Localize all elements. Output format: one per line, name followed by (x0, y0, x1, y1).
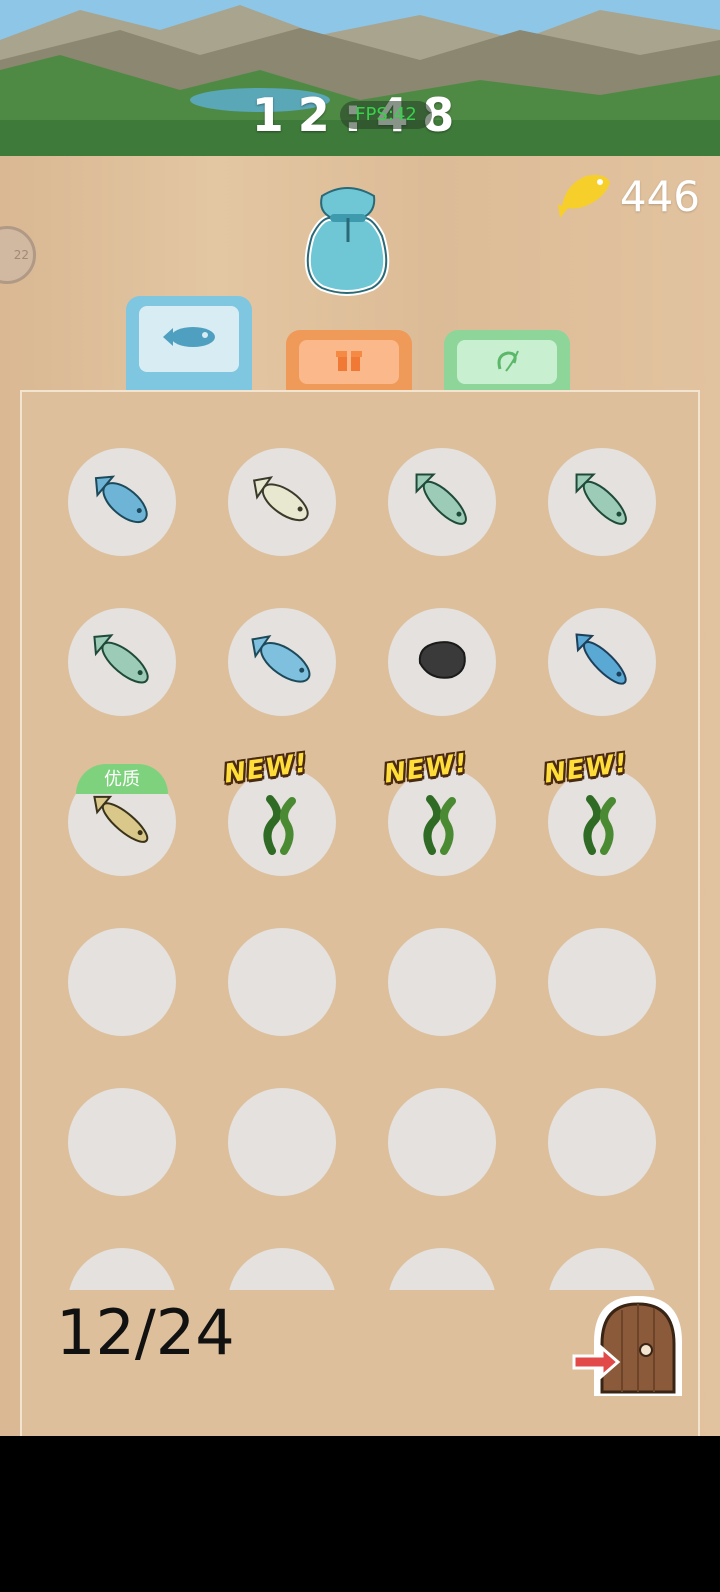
seaweed-icon (572, 785, 632, 859)
fps-counter: FPS:42 (340, 101, 432, 129)
empty-slot[interactable] (68, 928, 176, 1036)
inventory-slot[interactable] (228, 608, 336, 716)
inventory-slot[interactable] (548, 448, 656, 556)
tab-tool[interactable] (444, 330, 570, 392)
empty-slot[interactable] (388, 1248, 496, 1290)
empty-slot[interactable] (388, 928, 496, 1036)
green-fish-icon (82, 620, 162, 704)
inventory-count: 12/24 (56, 1296, 235, 1369)
blue-fish-icon (82, 460, 162, 544)
green-fish-icon (402, 460, 482, 544)
empty-slot[interactable] (548, 1248, 656, 1290)
yellow-fish-icon (556, 166, 614, 226)
blue-spotted-fish-icon (242, 620, 322, 704)
inventory-slot[interactable] (68, 448, 176, 556)
seaweed-icon (252, 785, 312, 859)
gift-icon (334, 345, 364, 379)
quality-badge: 优质 (76, 764, 168, 794)
seaweed-icon (412, 785, 472, 859)
empty-slot[interactable] (388, 1088, 496, 1196)
empty-slot[interactable] (548, 928, 656, 1036)
empty-slot[interactable] (548, 1088, 656, 1196)
inventory-slot[interactable] (228, 448, 336, 556)
empty-slot[interactable] (68, 1248, 176, 1290)
inventory-grid: 优质 NEW! NEW! NEW! (22, 392, 702, 1290)
black-rock-icon (412, 635, 472, 689)
inventory-panel: 优质 NEW! NEW! NEW! (20, 390, 700, 1436)
coin-counter: 446 (556, 168, 700, 224)
inventory-slot[interactable] (388, 448, 496, 556)
background-scene: 12:48 FPS:42 (0, 0, 720, 156)
tab-fish[interactable] (126, 296, 252, 392)
empty-slot[interactable] (228, 928, 336, 1036)
hook-icon (492, 345, 522, 379)
empty-slot[interactable] (228, 1248, 336, 1290)
bag-icon (292, 176, 402, 300)
empty-slot[interactable] (68, 1088, 176, 1196)
tab-gift[interactable] (286, 330, 412, 392)
inventory-slot[interactable] (68, 608, 176, 716)
coin-count: 446 (619, 171, 700, 221)
green-fish-icon (562, 460, 642, 544)
empty-slot[interactable] (228, 1088, 336, 1196)
inventory-slot[interactable] (548, 608, 656, 716)
door-exit-icon[interactable] (572, 1292, 692, 1406)
white-fish-icon (242, 460, 322, 544)
slim-blue-fish-icon (562, 620, 642, 704)
fish-icon (159, 322, 219, 356)
inventory-slot[interactable] (388, 608, 496, 716)
